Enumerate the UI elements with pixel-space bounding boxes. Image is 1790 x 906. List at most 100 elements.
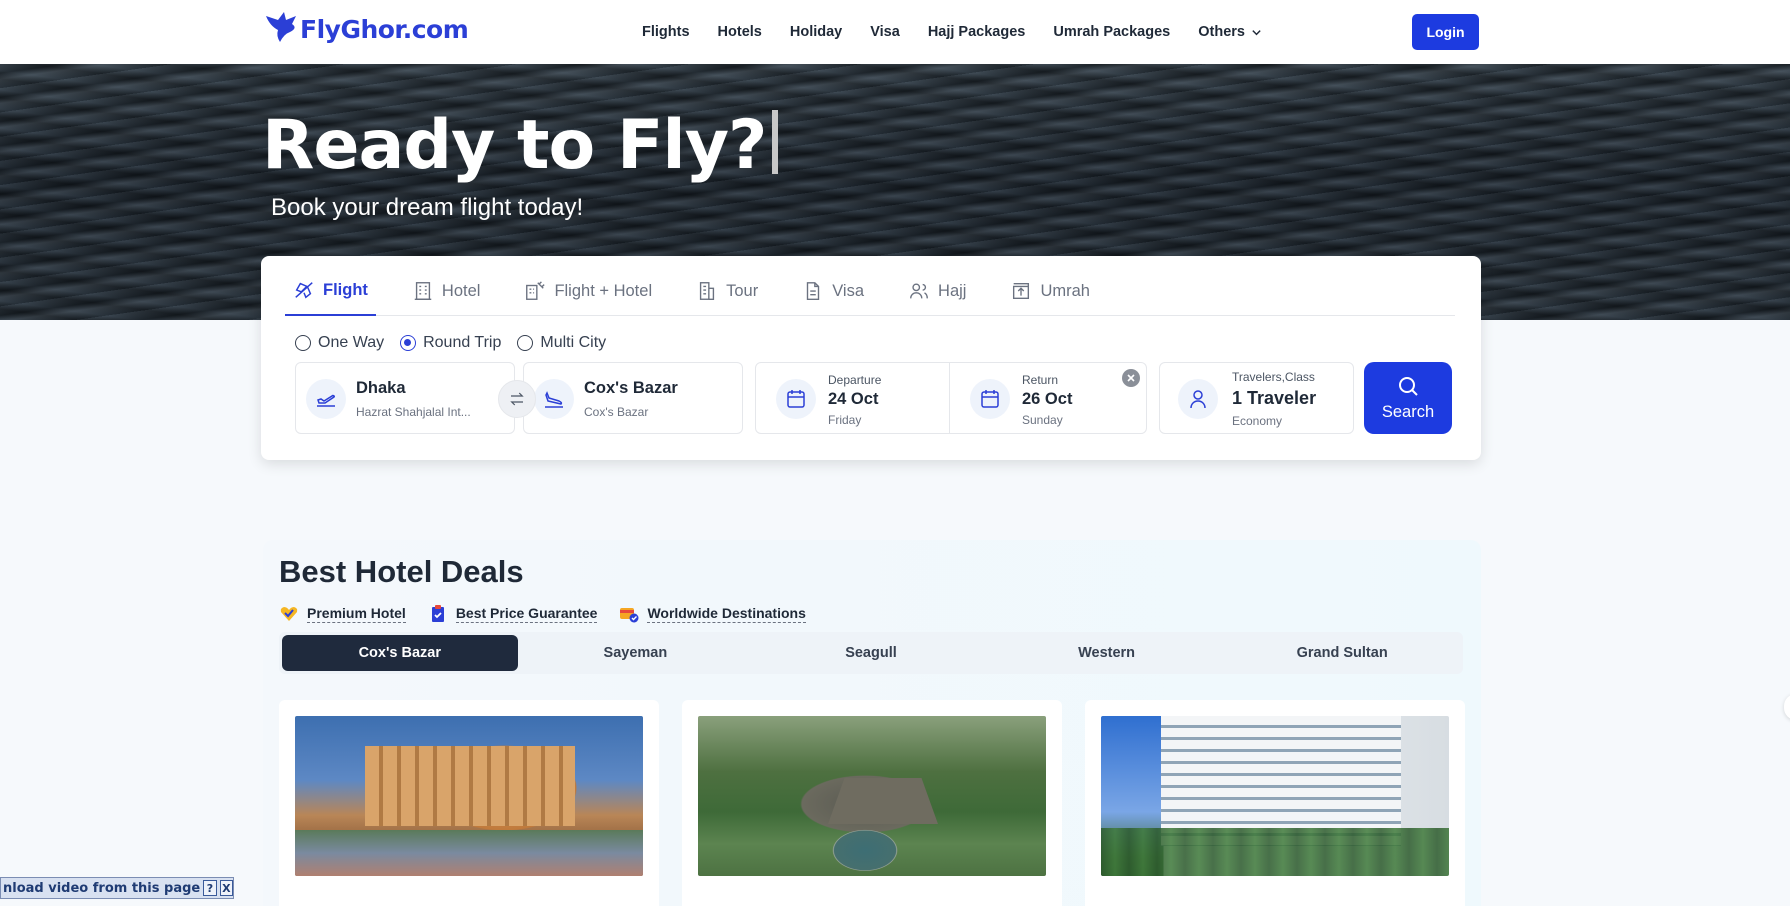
logo-text: FlyGhor.com <box>300 14 469 44</box>
to-city: Cox's Bazar <box>584 379 678 397</box>
hotel-card[interactable] <box>279 700 659 906</box>
return-icon-wrap <box>970 379 1010 419</box>
hotel-image <box>1101 716 1449 876</box>
nav-visa[interactable]: Visa <box>870 24 900 40</box>
hotel-card[interactable] <box>682 700 1062 906</box>
travelers-class: Economy <box>1232 414 1283 428</box>
clear-return-button[interactable] <box>1122 369 1140 387</box>
tab-flight-hotel-label: Flight + Hotel <box>554 281 653 300</box>
loc-tab-western[interactable]: Western <box>989 635 1225 671</box>
side-scroll-button[interactable] <box>1784 694 1790 720</box>
trip-type-group: One Way Round Trip Multi City <box>295 334 606 352</box>
plane-takeoff-icon <box>317 394 335 407</box>
radio-multi-city[interactable]: Multi City <box>517 334 606 352</box>
travelers-field[interactable]: Travelers,Class 1 Traveler Economy <box>1159 362 1354 434</box>
deals-title: Best Hotel Deals <box>279 554 524 589</box>
return-day: Sunday <box>1022 413 1063 427</box>
hotel-card[interactable] <box>1085 700 1465 906</box>
loc-tab-sayeman[interactable]: Sayeman <box>518 635 754 671</box>
badge-worldwide: Worldwide Destinations <box>619 604 806 624</box>
departure-label: Departure <box>828 373 882 387</box>
nav-flights[interactable]: Flights <box>642 24 690 40</box>
resort-roof-shape <box>828 778 938 824</box>
tab-tour[interactable]: Tour <box>688 266 766 316</box>
return-label: Return <box>1022 373 1059 387</box>
calendar-icon <box>981 390 999 408</box>
tab-hotel-label: Hotel <box>441 281 481 300</box>
help-button[interactable]: ? <box>203 880 217 896</box>
close-icon <box>1127 374 1135 382</box>
travelers-count: 1 Traveler <box>1232 388 1317 408</box>
from-icon-wrap <box>306 379 346 419</box>
to-icon-wrap <box>534 379 574 419</box>
swap-arrows-icon <box>510 392 524 406</box>
nav-others-label: Others <box>1198 24 1245 40</box>
tab-visa[interactable]: Visa <box>794 266 872 316</box>
plane-icon <box>295 282 313 299</box>
loc-tab-coxs-bazar[interactable]: Cox's Bazar <box>282 635 518 671</box>
tab-flight[interactable]: Flight <box>285 266 376 316</box>
search-button[interactable]: Search <box>1364 362 1452 434</box>
login-button[interactable]: Login <box>1412 14 1479 50</box>
radio-one-way-label: One Way <box>318 334 385 351</box>
nav-holiday[interactable]: Holiday <box>790 24 842 40</box>
to-field[interactable]: Cox's Bazar Cox's Bazar <box>523 362 743 434</box>
nav-umrah-packages[interactable]: Umrah Packages <box>1053 24 1170 40</box>
loc-tab-seagull[interactable]: Seagull <box>753 635 989 671</box>
swap-button[interactable] <box>498 380 536 418</box>
radio-round-trip[interactable]: Round Trip <box>400 334 501 352</box>
from-field[interactable]: Dhaka Hazrat Shahjalal Int... <box>295 362 515 434</box>
hotel-palms-shape <box>1101 828 1449 876</box>
tab-umrah-label: Umrah <box>1040 281 1090 300</box>
tab-hotel[interactable]: Hotel <box>404 266 489 316</box>
site-header: FlyGhor.com Flights Hotels Holiday Visa … <box>0 0 1790 64</box>
hotel-building-shape <box>365 746 575 826</box>
tab-flight-hotel[interactable]: Flight + Hotel <box>516 266 660 316</box>
service-tabs: Flight Hotel Flight + Hotel Tour Visa Ha… <box>285 266 1455 316</box>
close-download-bar-button[interactable]: X <box>219 880 233 896</box>
return-field[interactable]: Return 26 Oct Sunday <box>950 363 1146 433</box>
logo[interactable]: FlyGhor.com <box>262 6 469 52</box>
badge-worldwide-label: Worldwide Destinations <box>647 605 806 623</box>
tab-visa-label: Visa <box>832 281 865 300</box>
calendar-icon <box>787 390 805 408</box>
badge-best-price-label: Best Price Guarantee <box>455 605 598 623</box>
badge-premium-hotel: Premium Hotel <box>279 604 406 624</box>
download-video-text: nload video from this page <box>3 880 201 896</box>
hero-title: Ready to Fly? <box>262 106 779 185</box>
wallet-globe-icon <box>620 608 639 623</box>
hotel-plane-icon <box>526 281 546 300</box>
radio-round-trip-dot <box>400 335 417 351</box>
search-card: Flight Hotel Flight + Hotel Tour Visa Ha… <box>261 256 1481 460</box>
search-icon <box>1399 376 1418 396</box>
document-icon <box>807 282 820 300</box>
tab-tour-label: Tour <box>726 281 759 300</box>
people-icon <box>910 283 928 299</box>
tab-hajj[interactable]: Hajj <box>900 266 974 316</box>
departure-field[interactable]: Departure 24 Oct Friday <box>756 363 950 433</box>
return-date: 26 Oct <box>1022 390 1073 408</box>
building-icon <box>414 282 432 300</box>
chevron-down-icon <box>1252 29 1261 35</box>
nav-hajj-packages[interactable]: Hajj Packages <box>928 24 1026 40</box>
download-video-bar[interactable]: nload video from this page ? X <box>0 877 234 899</box>
deals-badges: Premium Hotel Best Price Guarantee World… <box>279 604 806 624</box>
hotel-image <box>698 716 1046 876</box>
radio-one-way[interactable]: One Way <box>295 334 384 352</box>
radio-multi-city-dot <box>517 335 534 351</box>
loc-tab-grand-sultan[interactable]: Grand Sultan <box>1224 635 1460 671</box>
nav-hotels[interactable]: Hotels <box>718 24 762 40</box>
badge-best-price: Best Price Guarantee <box>428 604 598 624</box>
tab-flight-label: Flight <box>323 280 368 299</box>
location-tabs: Cox's Bazar Sayeman Seagull Western Gran… <box>279 632 1463 674</box>
departure-date: 24 Oct <box>828 390 879 408</box>
hotel-deals-section: Best Hotel Deals Premium Hotel Best Pric… <box>263 540 1481 906</box>
tour-icon <box>700 282 715 300</box>
badge-premium-hotel-label: Premium Hotel <box>307 605 406 623</box>
tab-umrah[interactable]: Umrah <box>1002 266 1098 316</box>
hotel-pool-shape <box>295 830 643 876</box>
hero-title-text: Ready to Fly? <box>262 106 767 185</box>
nav-others[interactable]: Others <box>1198 24 1262 40</box>
hotel-image <box>295 716 643 876</box>
radio-round-trip-label: Round Trip <box>423 334 502 351</box>
